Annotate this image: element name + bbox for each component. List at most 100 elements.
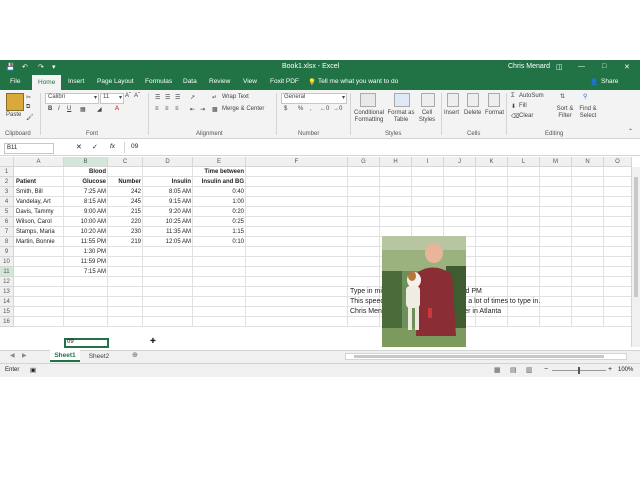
align-bottom-icon[interactable]: ☰ — [175, 94, 180, 101]
row-header-4[interactable]: 4 — [0, 197, 14, 207]
column-header-i[interactable]: I — [412, 157, 444, 167]
column-header-m[interactable]: M — [540, 157, 572, 167]
row-header-5[interactable]: 5 — [0, 207, 14, 217]
scroll-right-icon[interactable]: ▶ — [22, 352, 27, 359]
header-patient[interactable]: Patient — [16, 177, 62, 187]
row-header-1[interactable]: 1 — [0, 167, 14, 177]
format-as-table-button[interactable]: Format as Table — [386, 110, 416, 124]
tell-me-box[interactable]: Tell me what you want to do — [318, 78, 398, 85]
table-cell[interactable]: 10:25 AM — [145, 217, 191, 227]
horizontal-scroll-thumb[interactable] — [354, 355, 604, 358]
vertical-scroll-thumb[interactable] — [634, 177, 638, 297]
page-break-view-icon[interactable]: ▥ — [526, 366, 533, 374]
tab-home[interactable]: Home — [32, 75, 62, 90]
cut-icon[interactable]: ✂ — [26, 94, 31, 101]
table-cell[interactable]: 0:20 — [195, 207, 244, 217]
borders-icon[interactable]: ▦ — [80, 106, 86, 113]
format-painter-icon[interactable]: 🖌 — [26, 114, 34, 121]
minimize-button[interactable]: — — [578, 63, 585, 70]
name-box[interactable]: B11 — [4, 143, 54, 154]
table-cell[interactable]: 1:30 PM — [66, 247, 106, 257]
redo-icon[interactable]: ↷ — [38, 63, 44, 71]
row-header-14[interactable]: 14 — [0, 297, 14, 307]
fill-color-icon[interactable]: ◢ — [97, 106, 102, 113]
zoom-out-icon[interactable]: − — [544, 366, 548, 373]
sheet-tab-sheet1[interactable]: Sheet1 — [50, 350, 80, 362]
cell-styles-button[interactable]: Cell Styles — [416, 110, 438, 124]
zoom-in-icon[interactable]: + — [608, 366, 612, 373]
row-header-16[interactable]: 16 — [0, 317, 14, 327]
find-select-button[interactable]: Find & Select — [577, 106, 599, 120]
column-header-a[interactable]: A — [14, 157, 64, 167]
align-center-icon[interactable]: ≡ — [165, 106, 169, 112]
insert-cells-icon[interactable] — [447, 93, 459, 107]
normal-view-icon[interactable]: ▦ — [494, 366, 501, 374]
column-header-d[interactable]: D — [143, 157, 193, 167]
header-blood[interactable]: Blood — [66, 167, 106, 177]
sheet-tab-sheet2[interactable]: Sheet2 — [84, 351, 114, 362]
table-cell[interactable]: 0:10 — [195, 237, 244, 247]
close-button[interactable]: ✕ — [624, 63, 630, 71]
tab-insert[interactable]: Insert — [68, 78, 84, 85]
bold-icon[interactable]: B — [48, 106, 52, 112]
fill-icon[interactable]: ⬇ — [511, 103, 516, 110]
row-header-8[interactable]: 8 — [0, 237, 14, 247]
column-header-n[interactable]: N — [572, 157, 604, 167]
delete-cells-icon[interactable] — [467, 93, 479, 107]
macro-record-icon[interactable]: ▣ — [30, 366, 36, 374]
new-sheet-icon[interactable]: ⊕ — [132, 351, 138, 359]
row-header-9[interactable]: 9 — [0, 247, 14, 257]
table-cell[interactable]: 1:15 — [195, 227, 244, 237]
table-cell[interactable]: 7:15 AM — [66, 267, 106, 277]
table-cell[interactable]: 7:25 AM — [66, 187, 106, 197]
orientation-icon[interactable]: ↗ — [190, 94, 195, 101]
row-header-15[interactable]: 15 — [0, 307, 14, 317]
increase-indent-icon[interactable]: ⇥ — [200, 106, 205, 113]
column-header-l[interactable]: L — [508, 157, 540, 167]
column-header-j[interactable]: J — [444, 157, 476, 167]
italic-icon[interactable]: I — [58, 106, 60, 112]
table-cell[interactable]: 8:05 AM — [145, 187, 191, 197]
table-cell[interactable]: 220 — [110, 217, 141, 227]
format-cells-button[interactable]: Format — [485, 110, 504, 116]
row-header-12[interactable]: 12 — [0, 277, 14, 287]
table-cell[interactable]: Davis, Tammy — [16, 207, 62, 217]
table-cell[interactable]: Martin, Bonnie — [16, 237, 62, 247]
merge-center-icon[interactable]: ▩ — [212, 106, 218, 113]
zoom-slider-thumb[interactable] — [578, 367, 580, 374]
photo-man-with-dog[interactable] — [382, 236, 466, 347]
currency-icon[interactable]: $ — [284, 106, 287, 112]
header-insulin[interactable]: Insulin — [145, 177, 191, 187]
page-layout-view-icon[interactable]: ▤ — [510, 366, 517, 374]
paste-icon[interactable] — [6, 93, 24, 111]
undo-icon[interactable]: ↶ — [22, 63, 28, 71]
table-cell[interactable]: 10:00 AM — [66, 217, 106, 227]
tab-foxit-pdf[interactable]: Foxit PDF — [270, 78, 299, 85]
save-icon[interactable]: 💾 — [6, 63, 15, 71]
table-cell[interactable]: 219 — [110, 237, 141, 247]
autosum-button[interactable]: AutoSum — [519, 93, 544, 99]
row-header-6[interactable]: 6 — [0, 217, 14, 227]
column-header-e[interactable]: E — [193, 157, 246, 167]
font-color-icon[interactable]: A — [115, 106, 119, 112]
table-cell[interactable]: 1:00 — [195, 197, 244, 207]
table-cell[interactable]: 11:55 PM — [66, 237, 106, 247]
row-header-7[interactable]: 7 — [0, 227, 14, 237]
table-cell[interactable]: 8:15 AM — [66, 197, 106, 207]
column-header-k[interactable]: K — [476, 157, 508, 167]
tab-formulas[interactable]: Formulas — [145, 78, 172, 85]
wrap-text-icon[interactable]: ↵ — [212, 94, 217, 101]
column-header-c[interactable]: C — [108, 157, 143, 167]
insert-function-icon[interactable]: fx — [110, 143, 115, 150]
format-as-table-icon[interactable] — [394, 93, 410, 107]
column-header-o[interactable]: O — [604, 157, 632, 167]
row-header-13[interactable]: 13 — [0, 287, 14, 297]
tab-data[interactable]: Data — [183, 78, 197, 85]
zoom-level[interactable]: 100% — [618, 367, 633, 373]
formula-input[interactable]: 09 — [131, 143, 138, 150]
qat-customize-icon[interactable]: ▾ — [52, 63, 56, 71]
paste-button[interactable]: Paste — [6, 112, 21, 118]
column-header-f[interactable]: F — [246, 157, 348, 167]
table-cell[interactable]: 12:05 AM — [145, 237, 191, 247]
table-cell[interactable]: 215 — [110, 207, 141, 217]
